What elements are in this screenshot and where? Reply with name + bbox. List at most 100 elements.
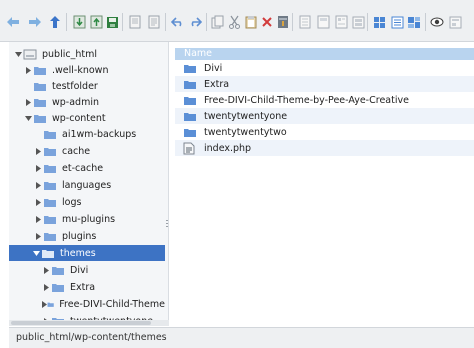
preview-icon[interactable] [407,15,421,29]
chevron-down-icon[interactable] [23,113,33,123]
file-name: twentytwentytwo [204,126,287,138]
back-icon[interactable] [6,15,20,29]
tree-item-wp-content[interactable]: wp-content [9,110,165,126]
archive-icon[interactable] [276,15,290,29]
scrollbar-thumb[interactable] [11,321,151,325]
current-path: public_html/wp-content/themes [16,332,167,343]
chevron-right-icon[interactable] [33,146,43,156]
folder-icon [184,128,196,137]
tree-item-public-html[interactable]: public_html [9,46,165,62]
chevron-right-icon[interactable] [41,282,51,292]
folder-icon [44,147,56,156]
tree-item-languages[interactable]: languages [9,177,165,193]
folder-icon [184,96,196,105]
tree-item-plugins[interactable]: plugins [9,228,165,244]
help-icon[interactable] [448,15,462,29]
folder-open-icon [42,249,54,258]
toolbar [0,0,474,42]
tree-item-testfolder[interactable]: testfolder [9,78,165,94]
cut-icon[interactable] [227,15,241,29]
view-tiles-icon[interactable] [390,15,404,29]
up-icon[interactable] [48,15,62,29]
forward-icon[interactable] [28,15,42,29]
name-column-header[interactable]: Name [175,48,474,60]
new-file-icon[interactable] [298,15,312,29]
file-row-twentytwentyone[interactable]: twentytwentyone [175,108,474,124]
tree-horizontal-scrollbar[interactable] [9,320,169,326]
tree-item-label: themes [60,247,96,259]
chevron-right-icon[interactable] [33,231,43,241]
folder-icon [44,198,56,207]
drive-icon [23,49,37,59]
tree-item-label: testfolder [52,80,98,92]
tree-item-label: wp-content [52,112,106,124]
tree-item-label: languages [62,179,112,191]
tree-item-wp-admin[interactable]: wp-admin [9,94,165,110]
chevron-down-icon[interactable] [13,49,23,59]
new-folder-icon[interactable] [316,15,330,29]
file-name: twentytwentyone [204,110,288,122]
tree-item-label: Extra [70,281,96,293]
chevron-right-icon[interactable] [23,65,33,75]
folder-icon [34,114,46,123]
undo-icon[interactable] [171,15,185,29]
tree-item-free-divi-child-theme[interactable]: Free-DIVI-Child-Theme [9,296,165,312]
file-name: index.php [204,142,252,154]
tree-item-mu-plugins[interactable]: mu-plugins [9,211,165,227]
tree-item-logs[interactable]: logs [9,194,165,210]
folder-icon [44,232,56,241]
tree-item-label: et-cache [62,162,104,174]
tree-item-et-cache[interactable]: et-cache [9,160,165,176]
tree-item-themes[interactable]: themes [9,245,165,261]
chevron-right-icon[interactable] [33,180,43,190]
copy-icon[interactable] [128,15,142,29]
tree-item-extra[interactable]: Extra [9,279,165,295]
folder-icon [184,80,196,89]
file-name: Extra [204,78,230,90]
tree-item-ai1wm-backups[interactable]: ai1wm-backups [9,126,165,142]
duplicate-icon[interactable] [210,15,224,29]
file-row-free-divi-child-theme[interactable]: Free-DIVI-Child-Theme-by-Pee-Aye-Creativ… [175,92,474,108]
folder-icon [52,283,64,292]
file-row-index-php[interactable]: index.php [175,140,474,156]
folder-icon [184,112,196,121]
chevron-right-icon[interactable] [23,97,33,107]
tree-item-label: cache [62,145,91,157]
file-row-extra[interactable]: Extra [175,76,474,92]
view-list-icon[interactable] [372,15,386,29]
file-row-twentytwentytwo[interactable]: twentytwentytwo [175,124,474,140]
status-bar: public_html/wp-content/themes [9,327,474,348]
folder-icon [34,98,46,107]
tree-item-label: ai1wm-backups [62,128,137,140]
chevron-right-icon[interactable] [33,197,43,207]
tree-item-label: wp-admin [52,96,99,108]
folder-icon [44,215,56,224]
tree-item-label: Divi [70,264,89,276]
tree-item-cache[interactable]: cache [9,143,165,159]
tree-item-label: logs [62,196,82,208]
tree-item-label: .well-known [52,64,109,76]
clipboard-icon[interactable] [244,15,258,29]
folder-icon [34,82,46,91]
php-file-icon [183,142,195,154]
chevron-right-icon[interactable] [33,163,43,173]
tree-item-well-known[interactable]: .well-known [9,62,165,78]
redo-icon[interactable] [188,15,202,29]
paste-icon[interactable] [147,15,161,29]
download-icon[interactable] [72,15,86,29]
view-icons-icon[interactable] [351,15,365,29]
file-name: Free-DIVI-Child-Theme-by-Pee-Aye-Creativ… [204,94,409,106]
delete-icon[interactable] [260,15,274,29]
folder-icon [44,164,56,173]
folder-icon [47,302,54,307]
chevron-right-icon[interactable] [41,265,51,275]
upload-icon[interactable] [89,15,103,29]
properties-icon[interactable] [334,15,348,29]
panel-resize-grip[interactable] [166,220,168,228]
chevron-down-icon[interactable] [31,248,41,258]
file-row-divi[interactable]: Divi [175,60,474,76]
chevron-right-icon[interactable] [33,214,43,224]
save-icon[interactable] [105,15,119,29]
tree-item-divi[interactable]: Divi [9,262,165,278]
settings-icon[interactable] [430,15,444,29]
